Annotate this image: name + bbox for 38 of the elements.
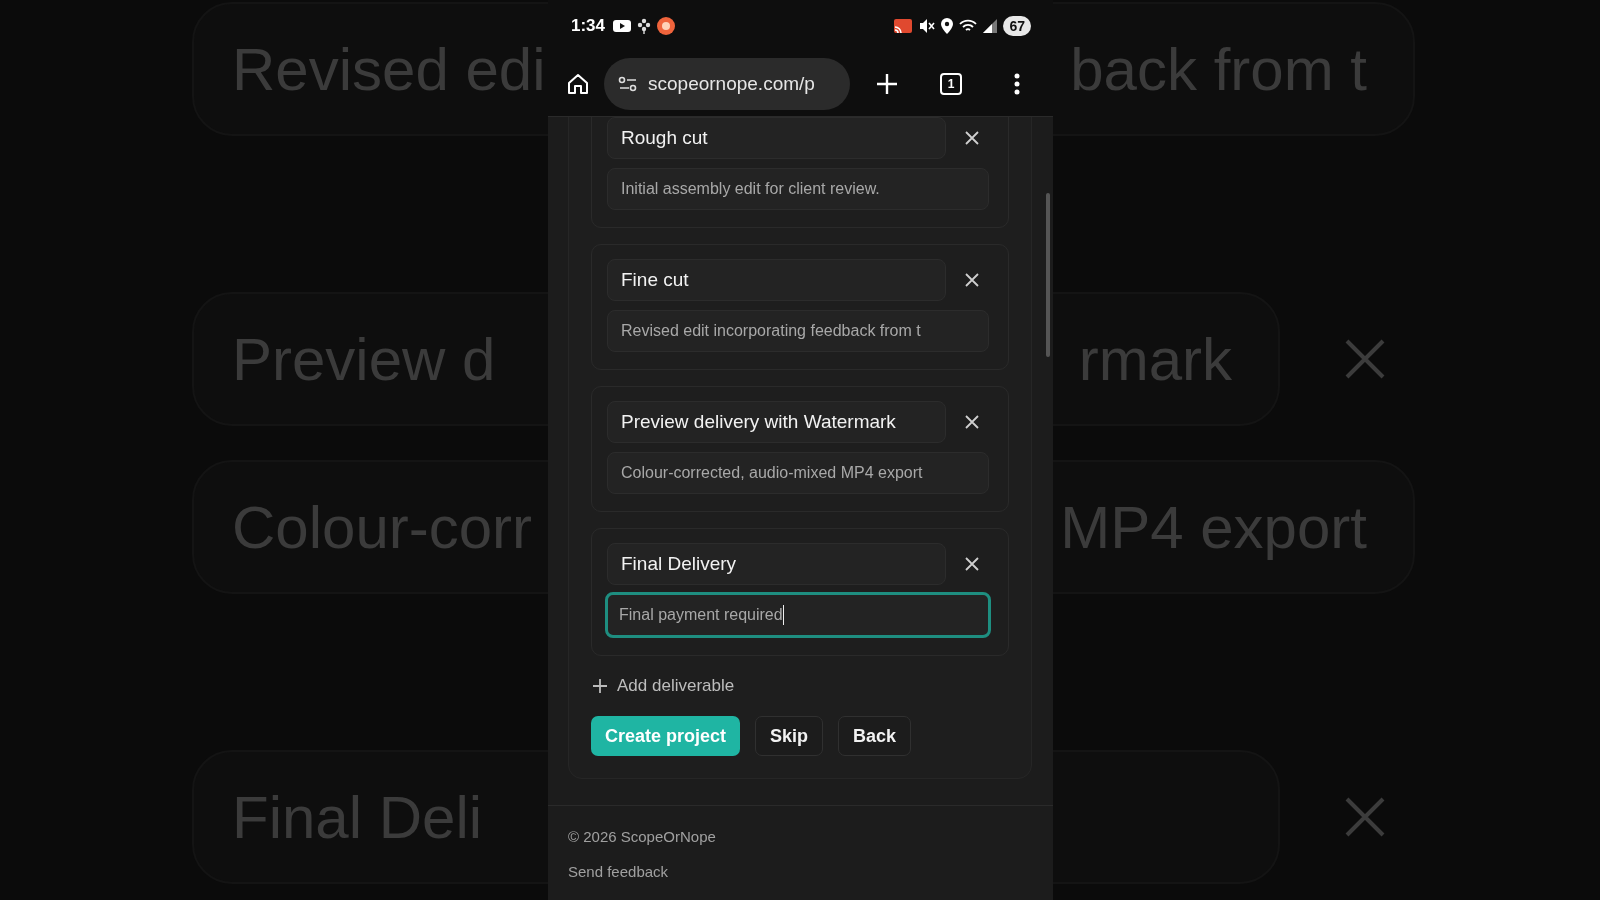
url-text: scopeornope.com/p — [648, 73, 815, 95]
cast-icon — [893, 18, 914, 34]
plus-icon[interactable] — [876, 73, 898, 95]
app-icon — [657, 17, 676, 35]
mute-icon — [919, 18, 936, 34]
close-icon[interactable] — [965, 273, 979, 287]
close-icon — [1345, 339, 1385, 379]
title-field[interactable]: Preview delivery with Watermark — [607, 401, 946, 443]
tab-count-button[interactable]: 1 — [940, 73, 962, 95]
close-icon[interactable] — [965, 415, 979, 429]
flower-icon — [637, 18, 652, 34]
signal-icon — [983, 19, 998, 33]
title-field[interactable]: Rough cut — [607, 117, 946, 159]
description-field[interactable]: Colour-corrected, audio-mixed MP4 export — [607, 452, 989, 494]
close-icon — [1345, 797, 1385, 837]
status-time: 1:34 — [571, 16, 606, 36]
close-icon[interactable] — [965, 557, 979, 571]
add-deliverable-button[interactable]: Add deliverable — [591, 672, 737, 700]
description-field[interactable]: Initial assembly edit for client review. — [607, 168, 989, 210]
scrollbar-thumb[interactable] — [1046, 193, 1050, 357]
battery-indicator: 67 — [1003, 16, 1031, 36]
site-settings-icon[interactable] — [618, 76, 638, 92]
description-field[interactable]: Revised edit incorporating feedback from t — [607, 310, 989, 352]
copyright-text: © 2026 ScopeOrNope — [568, 828, 716, 845]
form-button[interactable]: Skip — [755, 716, 824, 756]
title-field[interactable]: Fine cut — [607, 259, 946, 301]
feedback-link[interactable]: Send feedback — [568, 863, 669, 880]
wifi-icon — [959, 19, 978, 33]
title-field[interactable]: Final Delivery — [607, 543, 946, 585]
menu-icon[interactable] — [1014, 73, 1020, 95]
plus-icon — [593, 679, 607, 693]
close-icon[interactable] — [965, 131, 979, 145]
video-icon — [613, 19, 632, 33]
description-field[interactable]: Final payment required — [605, 592, 991, 638]
home-icon[interactable] — [566, 72, 590, 96]
address-bar[interactable]: scopeornope.com/p — [604, 58, 850, 110]
location-icon — [941, 18, 954, 34]
form-button[interactable]: Back — [838, 716, 912, 756]
